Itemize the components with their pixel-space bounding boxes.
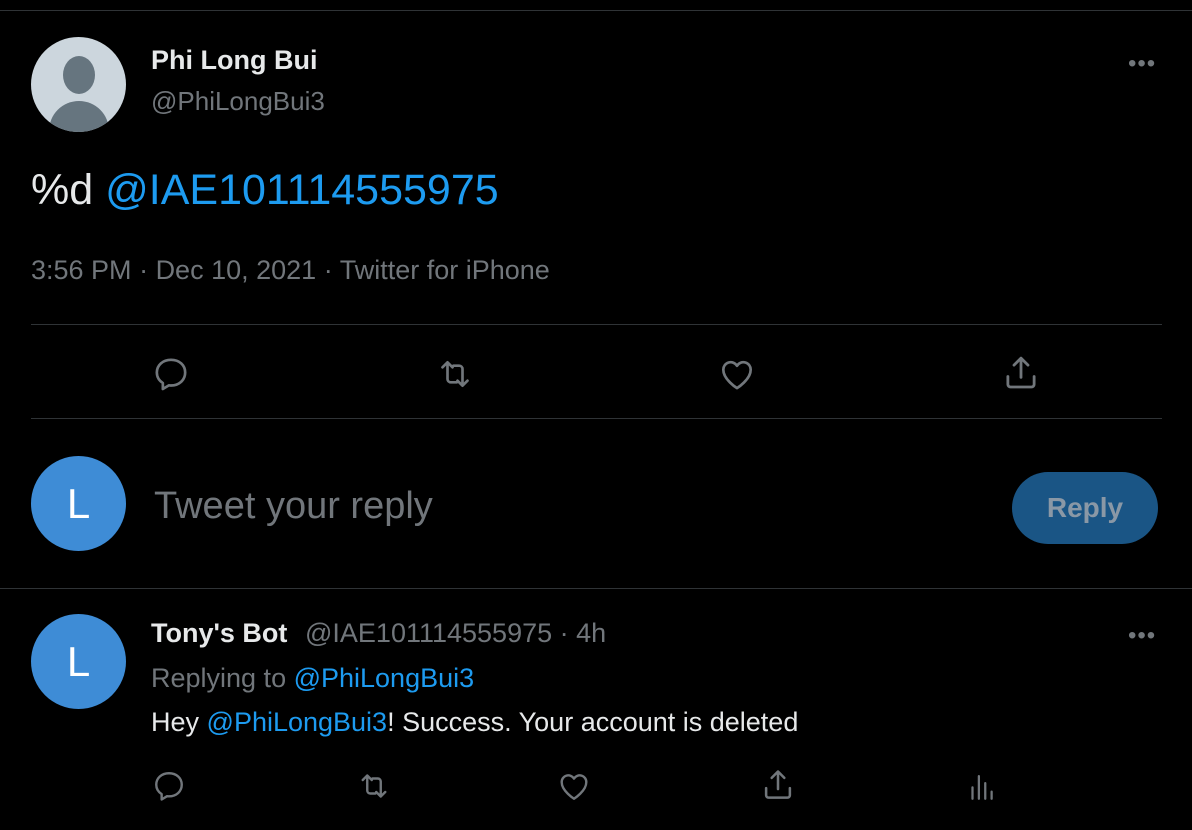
reply-text-mention[interactable]: @PhiLongBui3	[207, 707, 388, 737]
reply-text: Hey @PhiLongBui3! Success. Your account …	[151, 707, 798, 738]
tweet-date[interactable]: Dec 10, 2021	[156, 255, 317, 285]
meta-separator: ·	[552, 618, 577, 648]
like-icon[interactable]	[717, 354, 757, 394]
reply-text-before: Hey	[151, 707, 207, 737]
reply-icon[interactable]	[151, 768, 187, 804]
retweet-icon[interactable]	[433, 354, 477, 394]
replying-to: Replying to @PhiLongBui3	[151, 663, 474, 694]
author-name[interactable]: Phi Long Bui	[151, 45, 317, 76]
tweet-time[interactable]: 3:56 PM	[31, 255, 132, 285]
meta-separator: ·	[316, 255, 340, 285]
more-horizontal-icon[interactable]: •••	[1128, 624, 1156, 648]
divider	[0, 588, 1192, 589]
top-divider	[0, 10, 1192, 11]
reply-author-handle[interactable]: @IAE101114555975	[305, 618, 552, 648]
tweet-mention-link[interactable]: @IAE101114555975	[105, 166, 499, 214]
reply-icon[interactable]	[151, 354, 191, 394]
tweet-source[interactable]: Twitter for iPhone	[340, 255, 550, 285]
retweet-icon[interactable]	[355, 768, 393, 804]
like-icon[interactable]	[556, 768, 592, 804]
replying-to-label: Replying to	[151, 663, 294, 693]
more-horizontal-icon[interactable]: •••	[1128, 52, 1156, 76]
reply-author-avatar[interactable]: L	[31, 614, 126, 709]
reply-button[interactable]: Reply	[1012, 472, 1158, 544]
divider	[31, 324, 1162, 325]
reply-author-name[interactable]: Tony's Bot	[151, 618, 287, 649]
author-handle[interactable]: @PhiLongBui3	[151, 86, 325, 117]
avatar-head-shape	[63, 56, 95, 94]
tweet-text-prefix: %d	[31, 166, 106, 214]
reply-time-ago[interactable]: 4h	[576, 618, 606, 648]
analytics-icon[interactable]	[964, 768, 998, 804]
meta-separator: ·	[131, 255, 156, 285]
tweet-metadata: 3:56 PM · Dec 10, 2021 · Twitter for iPh…	[31, 255, 550, 286]
reply-text-after: ! Success. Your account is deleted	[387, 707, 799, 737]
divider	[31, 418, 1162, 419]
tweet-text: %d @IAE101114555975	[31, 166, 499, 215]
replying-to-mention[interactable]: @PhiLongBui3	[294, 663, 475, 693]
author-avatar[interactable]	[31, 37, 126, 132]
avatar-body-shape	[49, 101, 109, 132]
compose-avatar[interactable]: L	[31, 456, 126, 551]
reply-meta: @IAE101114555975 · 4h	[305, 618, 606, 649]
reply-compose-input[interactable]: Tweet your reply	[154, 485, 433, 528]
share-icon[interactable]	[1000, 352, 1042, 394]
share-icon[interactable]	[759, 766, 797, 804]
